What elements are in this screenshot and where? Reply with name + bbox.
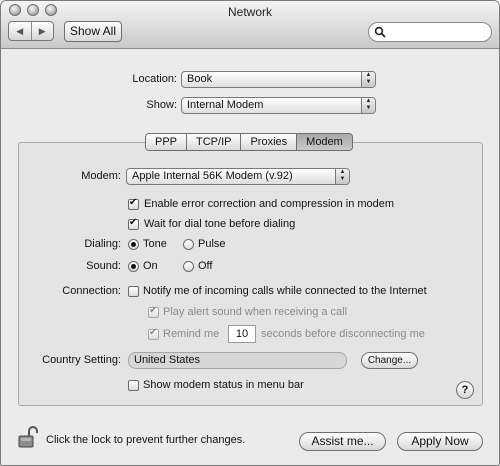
remind-me-label: Remind me — [163, 328, 220, 340]
help-button[interactable]: ? — [456, 381, 474, 399]
change-country-button[interactable]: Change... — [361, 352, 418, 369]
assist-me-button[interactable]: Assist me... — [299, 432, 386, 451]
notify-incoming-calls-label: Notify me of incoming calls while connec… — [143, 285, 427, 297]
sound-on-label: On — [143, 260, 158, 272]
search-field[interactable] — [368, 22, 492, 42]
modem-status-menu-checkbox[interactable] — [128, 380, 139, 391]
modem-value: Apple Internal 56K Modem (v.92) — [132, 170, 293, 182]
location-popup[interactable]: Book ▲ ▼ — [181, 71, 376, 88]
tab-tcp-ip[interactable]: TCP/IP — [186, 134, 241, 150]
title-bar: Network ◀ ▶ Show All — [1, 1, 499, 49]
tab-modem[interactable]: Modem — [296, 134, 352, 150]
window-title: Network — [227, 5, 272, 19]
sound-label: Sound: — [86, 260, 121, 272]
remind-seconds-field[interactable]: 10 — [228, 325, 256, 343]
modem-status-menu-label: Show modem status in menu bar — [143, 379, 304, 391]
popup-arrows-icon: ▲ ▼ — [361, 98, 375, 113]
location-value: Book — [187, 73, 213, 85]
connection-label: Connection: — [62, 285, 121, 297]
sound-off-radio[interactable] — [183, 261, 194, 272]
popup-arrows-icon: ▲ ▼ — [335, 169, 349, 184]
popup-arrows-icon: ▲ ▼ — [361, 72, 375, 87]
tab-ppp[interactable]: PPP — [146, 134, 187, 150]
country-setting-label: Country Setting: — [42, 354, 121, 366]
wait-dial-tone-checkbox[interactable] — [128, 217, 139, 230]
tab-proxies[interactable]: Proxies — [240, 134, 297, 150]
show-all-button[interactable]: Show All — [64, 21, 122, 42]
country-setting-field: United States — [128, 352, 347, 369]
error-correction-checkbox[interactable] — [128, 197, 139, 210]
search-icon — [374, 26, 386, 38]
back-forward-control: ◀ ▶ — [8, 21, 54, 41]
dialing-pulse-radio[interactable] — [183, 239, 194, 250]
modem-label: Modem: — [81, 170, 121, 182]
remind-seconds-suffix: seconds before disconnecting me — [261, 328, 425, 340]
lock-icon[interactable] — [17, 425, 39, 449]
play-alert-label: Play alert sound when receiving a call — [163, 306, 348, 318]
sound-on-radio[interactable] — [128, 261, 139, 272]
lock-message: Click the lock to prevent further change… — [46, 434, 246, 446]
show-popup[interactable]: Internal Modem ▲ ▼ — [181, 97, 376, 114]
remind-me-checkbox[interactable] — [148, 327, 159, 340]
settings-tabs: PPP TCP/IP Proxies Modem — [145, 133, 353, 151]
show-value: Internal Modem — [187, 99, 264, 111]
back-arrow-icon[interactable]: ◀ — [9, 22, 31, 40]
location-label: Location: — [132, 73, 177, 85]
forward-arrow-icon[interactable]: ▶ — [30, 22, 54, 40]
dialing-pulse-label: Pulse — [198, 238, 226, 250]
modem-popup[interactable]: Apple Internal 56K Modem (v.92) ▲ ▼ — [126, 168, 350, 185]
sound-off-label: Off — [198, 260, 213, 272]
dialing-label: Dialing: — [84, 238, 121, 250]
error-correction-label: Enable error correction and compression … — [144, 198, 395, 210]
apply-now-button[interactable]: Apply Now — [397, 432, 483, 451]
wait-dial-tone-label: Wait for dial tone before dialing — [144, 218, 296, 230]
dialing-tone-label: Tone — [143, 238, 167, 250]
notify-incoming-calls-checkbox[interactable] — [128, 286, 139, 297]
dialing-tone-radio[interactable] — [128, 239, 139, 250]
network-preferences-window: Network ◀ ▶ Show All Location: Book ▲ ▼ S… — [0, 0, 500, 466]
show-label: Show: — [146, 99, 177, 111]
play-alert-checkbox[interactable] — [148, 305, 159, 318]
